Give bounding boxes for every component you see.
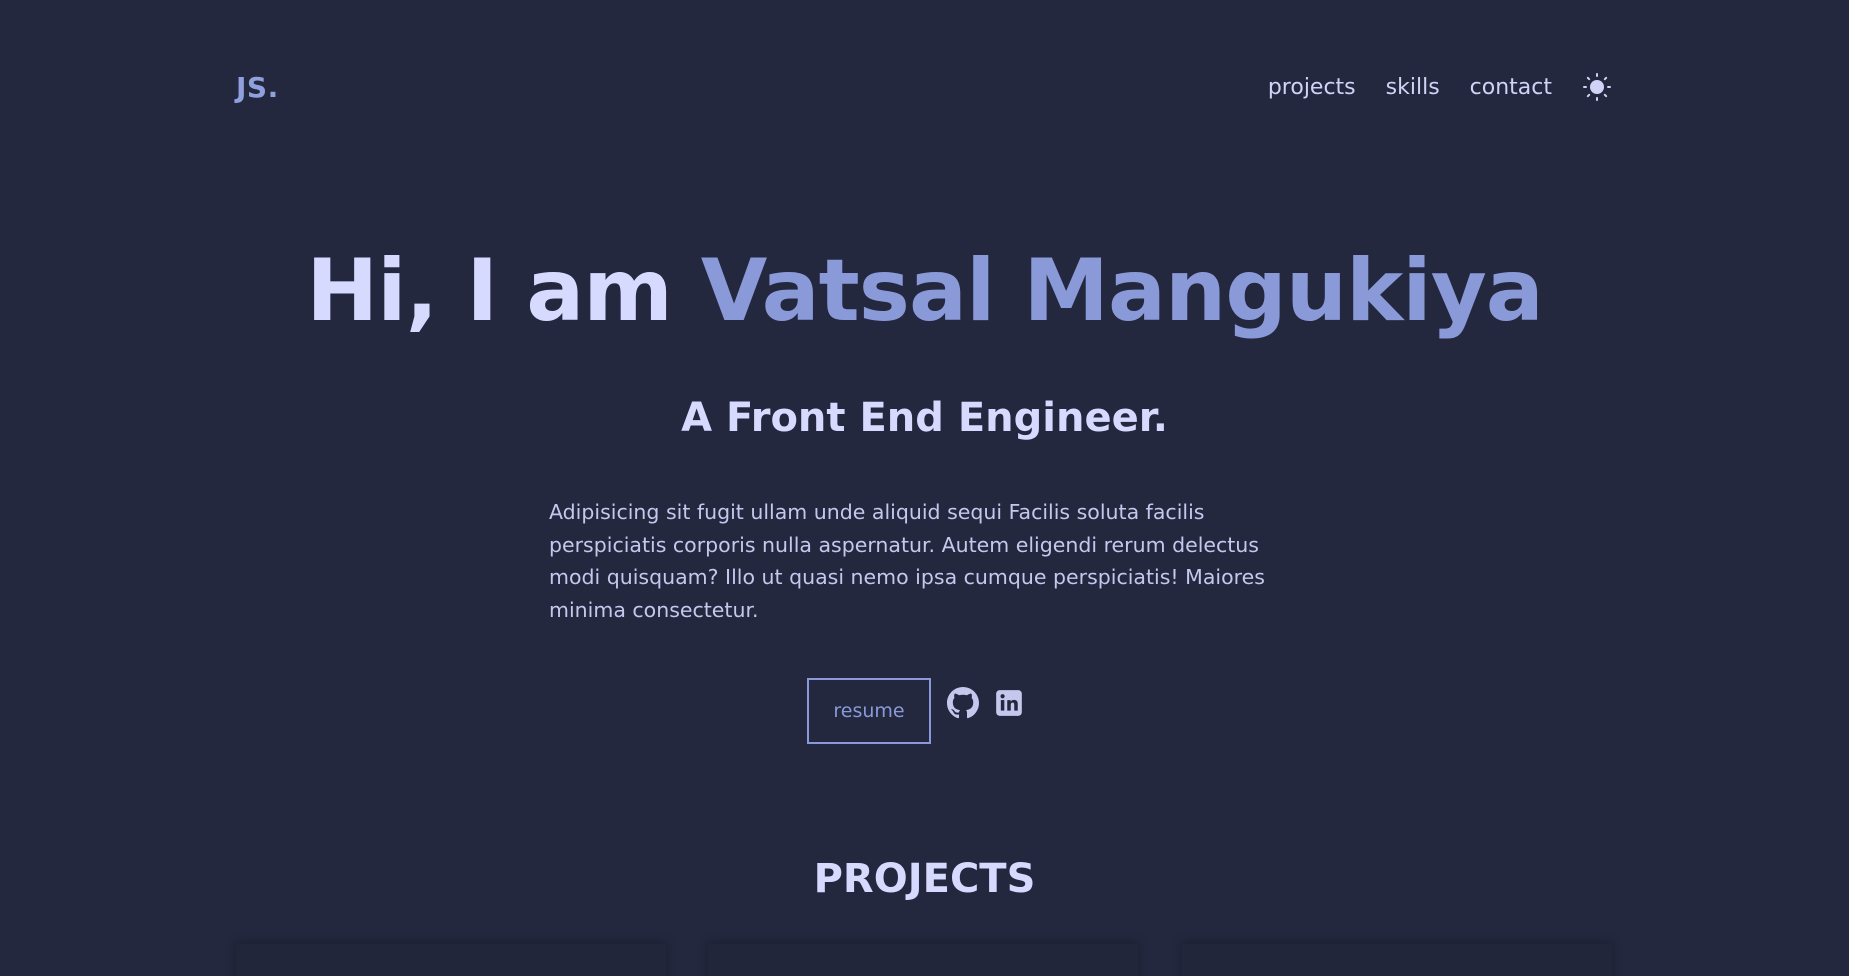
nav-link-skills[interactable]: skills (1386, 75, 1440, 100)
logo-link[interactable]: JS. (236, 71, 279, 104)
hero-greeting: Hi, I am (306, 241, 701, 341)
hero-actions: resume (807, 678, 1023, 744)
hero-name: Vatsal Mangukiya (700, 241, 1544, 341)
hero-title: Hi, I am Vatsal Mangukiya (0, 236, 1849, 346)
portfolio-page: JS. projects skills contact Hi, I am Vat… (0, 0, 1849, 976)
project-card[interactable] (236, 944, 666, 976)
linkedin-icon (996, 690, 1022, 716)
github-link[interactable] (947, 687, 979, 719)
hero-role: A Front End Engineer. (681, 395, 1168, 441)
project-card[interactable] (708, 944, 1138, 976)
nav-link-projects[interactable]: projects (1268, 75, 1356, 100)
hero-description: Adipisicing sit fugit ullam unde aliquid… (549, 500, 1265, 622)
nav-link-contact[interactable]: contact (1470, 75, 1552, 100)
main-nav: projects skills contact (1238, 72, 1612, 102)
resume-button[interactable]: resume (807, 678, 931, 744)
linkedin-link[interactable] (995, 689, 1023, 717)
github-icon (947, 687, 979, 719)
projects-section-title: PROJECTS (813, 856, 1036, 902)
project-card[interactable] (1182, 944, 1612, 976)
site-header: JS. projects skills contact (236, 62, 1612, 112)
theme-toggle-button[interactable] (1582, 72, 1612, 102)
sun-icon (1583, 73, 1611, 101)
